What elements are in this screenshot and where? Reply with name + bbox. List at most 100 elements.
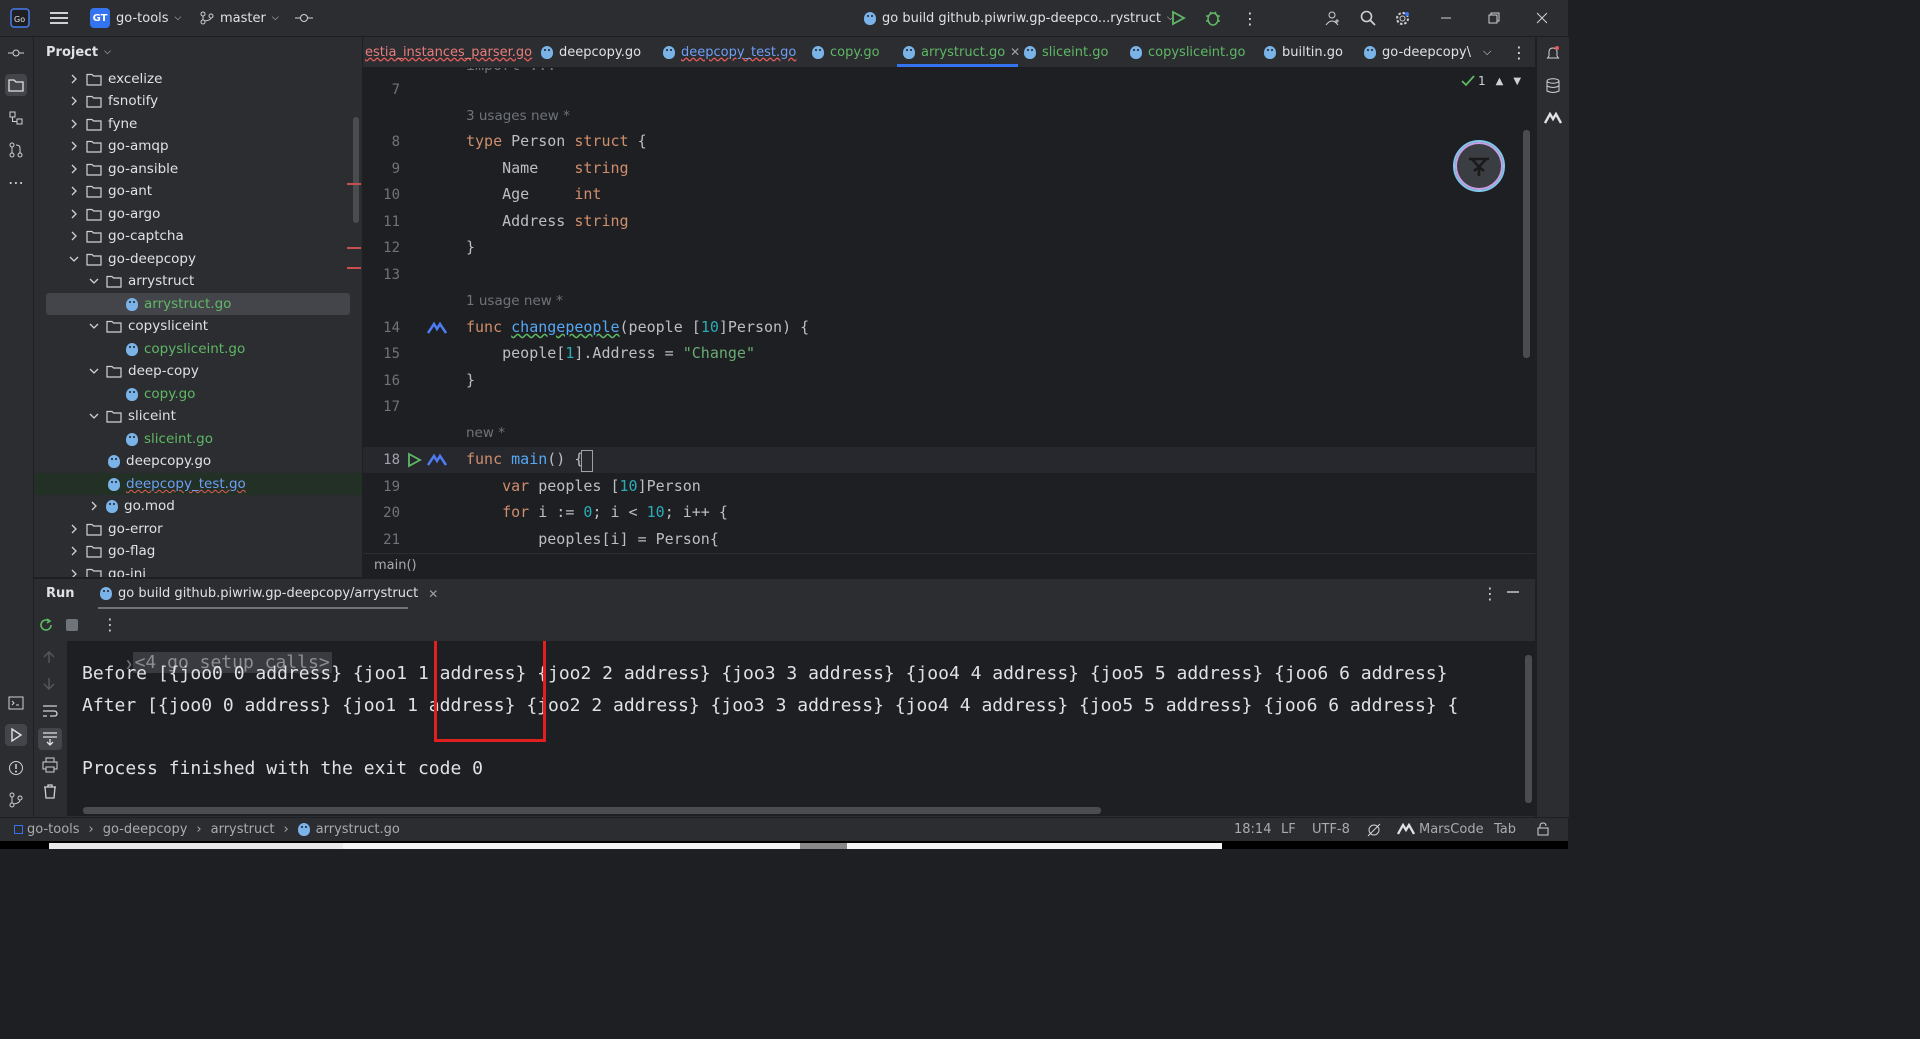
search-icon[interactable]: [1360, 0, 1376, 36]
tree-item-go-amqp[interactable]: go-amqp: [34, 135, 362, 157]
tab-list-chevron-icon[interactable]: ⌵: [1483, 37, 1491, 67]
tree-item-go-flag[interactable]: go-flag: [34, 540, 362, 562]
project-panel-header[interactable]: Project ⌵: [46, 43, 111, 61]
chevron-down-icon[interactable]: ▼: [1513, 76, 1521, 87]
tree-item-fsnotify[interactable]: fsnotify: [34, 90, 362, 112]
run-console-output[interactable]: ❯ <4 go setup calls> Before [{joo0 0 addr…: [67, 641, 1535, 816]
tree-item-deepcopy-test-go[interactable]: deepcopy_test.go: [34, 473, 362, 495]
tree-item-arrystruct-go[interactable]: arrystruct.go: [46, 293, 350, 315]
breadcrumb-item[interactable]: arrystruct.go: [316, 822, 400, 837]
tree-item-go-error[interactable]: go-error: [34, 518, 362, 540]
run-toolbar-more-icon[interactable]: ⋮: [102, 615, 118, 634]
vcs-branch-widget[interactable]: master ⌵: [200, 0, 279, 36]
tree-item-go-mod[interactable]: go.mod: [34, 495, 362, 517]
pull-requests-icon[interactable]: [5, 139, 27, 161]
down-arrow-icon[interactable]: [42, 677, 56, 691]
tree-item-go-deepcopy[interactable]: go-deepcopy: [34, 248, 362, 270]
marscode-status-widget[interactable]: MarsCode: [1397, 822, 1484, 837]
tab-arrystruct[interactable]: arrystruct.go ✕: [903, 37, 1020, 67]
tree-item-excelize[interactable]: excelize: [34, 68, 362, 90]
marscode-tool-icon[interactable]: [1542, 107, 1564, 129]
close-tab-icon[interactable]: ✕: [1010, 45, 1020, 59]
restore-window-icon[interactable]: [1488, 0, 1500, 36]
tree-item-sliceint-go[interactable]: sliceint.go: [34, 428, 362, 450]
run-panel-more-icon[interactable]: ⋮: [1482, 584, 1498, 603]
clear-trash-icon[interactable]: [42, 783, 58, 799]
tab-more-icon[interactable]: ⋮: [1511, 37, 1527, 67]
stop-icon[interactable]: [66, 619, 78, 631]
inspection-widget[interactable]: 1 ▲ ▼: [1461, 74, 1521, 88]
code-editor[interactable]: import ... 7 3 usages new * 8 type Perso…: [363, 68, 1535, 552]
editor-scrollbar[interactable]: [1523, 130, 1530, 358]
project-tool-folder-icon[interactable]: [5, 74, 27, 96]
indent-setting[interactable]: Tab: [1494, 822, 1516, 837]
git-icon[interactable]: [5, 789, 27, 811]
tree-item-deep-copy[interactable]: deep-copy: [34, 360, 362, 382]
tree-item-go-captcha[interactable]: go-captcha: [34, 225, 362, 247]
tree-item-fyne[interactable]: fyne: [34, 113, 362, 135]
add-user-icon[interactable]: [1325, 0, 1341, 36]
tab-sliceint[interactable]: sliceint.go: [1024, 37, 1108, 67]
tree-item-arrystruct[interactable]: arrystruct: [34, 270, 362, 292]
terminal-icon[interactable]: [5, 692, 27, 714]
structure-tool-icon[interactable]: [5, 107, 27, 129]
more-tools-icon[interactable]: ⋯: [5, 171, 27, 193]
tab-copy[interactable]: copy.go: [812, 37, 880, 67]
close-window-icon[interactable]: [1536, 0, 1548, 36]
function-breadcrumb[interactable]: main(): [374, 558, 417, 573]
chevron-up-icon[interactable]: ▲: [1496, 76, 1504, 87]
tab-deepcopy-test[interactable]: deepcopy_test.go: [663, 37, 796, 67]
run-config-selector[interactable]: go build github.piwriw.gp-deepco...rystr…: [864, 0, 1174, 36]
tree-item-copysliceint-go[interactable]: copysliceint.go: [34, 338, 362, 360]
up-arrow-icon[interactable]: [42, 650, 56, 664]
settings-gear-icon[interactable]: [1394, 0, 1411, 36]
tab-copysliceint[interactable]: copysliceint.go: [1130, 37, 1245, 67]
line-separator[interactable]: LF: [1281, 822, 1296, 837]
run-icon[interactable]: [1170, 0, 1186, 36]
main-menu-icon[interactable]: [50, 0, 68, 36]
notifications-bell-icon[interactable]: [1542, 42, 1564, 64]
breadcrumb-item[interactable]: go-deepcopy: [103, 822, 188, 837]
tree-item-go-ansible[interactable]: go-ansible: [34, 158, 362, 180]
app-logo-icon[interactable]: Go: [10, 0, 30, 36]
minimize-icon[interactable]: [1440, 0, 1452, 36]
breadcrumb-item[interactable]: arrystruct: [211, 822, 275, 837]
more-actions-icon[interactable]: ⋮: [1242, 0, 1258, 36]
no-readonly-icon[interactable]: [1366, 823, 1382, 837]
project-scrollbar[interactable]: [353, 117, 359, 223]
project-switcher[interactable]: GT go-tools ⌵: [90, 0, 181, 36]
tab-estia-instances-parser[interactable]: estia_instances_parser.go: [365, 37, 532, 67]
run-gutter-icon[interactable]: [406, 452, 422, 468]
marscode-gutter-icon[interactable]: [427, 453, 447, 467]
hide-panel-icon[interactable]: [1506, 585, 1520, 599]
usage-hint[interactable]: 1 usage new *: [466, 293, 563, 309]
close-tab-icon[interactable]: ✕: [428, 587, 438, 601]
tab-builtin[interactable]: builtin.go: [1264, 37, 1343, 67]
breadcrumb-item[interactable]: go-tools: [27, 822, 80, 837]
marscode-gutter-icon[interactable]: [427, 321, 447, 335]
soft-wrap-icon[interactable]: [42, 704, 58, 718]
tab-deepcopy[interactable]: deepcopy.go: [541, 37, 641, 67]
tree-item-sliceint[interactable]: sliceint: [34, 405, 362, 427]
print-icon[interactable]: [42, 757, 58, 773]
tree-item-deepcopy-go[interactable]: deepcopy.go: [34, 450, 362, 472]
tree-item-go-argo[interactable]: go-argo: [34, 203, 362, 225]
file-encoding[interactable]: UTF-8: [1312, 822, 1350, 837]
commit-tool-icon[interactable]: [5, 42, 27, 64]
tree-item-copy-go[interactable]: copy.go: [34, 383, 362, 405]
tree-item-copysliceint[interactable]: copysliceint: [34, 315, 362, 337]
run-tab[interactable]: go build github.piwriw.gp-deepcopy/arrys…: [100, 586, 438, 601]
usage-hint[interactable]: 3 usages new *: [466, 108, 570, 124]
database-icon[interactable]: [1542, 75, 1564, 97]
commit-icon[interactable]: [295, 0, 313, 36]
console-vertical-scrollbar[interactable]: [1525, 655, 1532, 803]
debug-icon[interactable]: [1204, 0, 1222, 36]
tree-item-go-ant[interactable]: go-ant: [34, 180, 362, 202]
caret-position[interactable]: 18:14: [1234, 822, 1271, 837]
tree-item-go-ini[interactable]: go-ini: [34, 563, 362, 577]
lock-icon[interactable]: [1536, 822, 1550, 836]
run-tool-icon[interactable]: [5, 724, 27, 746]
scroll-to-end-icon[interactable]: [38, 728, 62, 750]
ai-assistant-avatar-icon[interactable]: [1453, 140, 1505, 192]
console-horizontal-scrollbar[interactable]: [83, 807, 1101, 814]
